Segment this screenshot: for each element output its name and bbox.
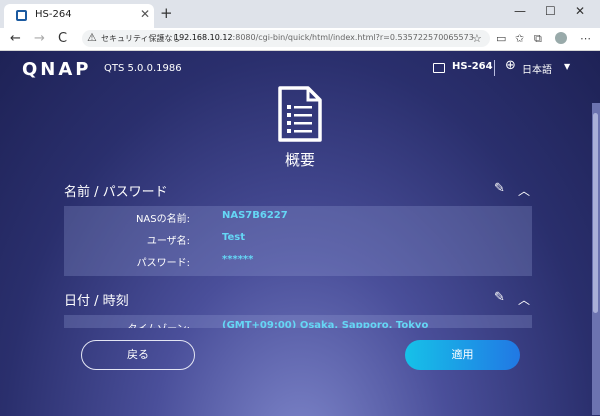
tab-bar: HS-264 ✕ + — ☐ ✕ [0, 0, 600, 28]
more-icon[interactable]: ⋯ [580, 32, 591, 45]
star-icon[interactable]: ☆ [472, 32, 482, 45]
nas-device-icon [433, 63, 445, 73]
language-selector[interactable]: 日本語 [522, 61, 552, 76]
security-label[interactable]: セキュリティ保護なし [101, 33, 181, 44]
summary-row: タイムゾーン: (GMT+09:00) Osaka, Sapporo, Toky… [64, 320, 532, 328]
summary-scroll-area: 名前 / パスワード ✎ ︿ NASの名前: NAS7B6227 ユーザ名: T… [0, 170, 600, 328]
maximize-button[interactable]: ☐ [545, 4, 556, 18]
warning-icon[interactable]: ⚠ [87, 31, 97, 44]
row-label: NASの名前: [135, 214, 190, 225]
device-name: HS-264 [452, 61, 493, 72]
tab-icon[interactable]: ▭ [496, 32, 506, 45]
chevron-up-icon[interactable]: ︿ [518, 182, 530, 199]
firmware-version: QTS 5.0.0.1986 [104, 63, 182, 74]
tab-close-icon[interactable]: ✕ [140, 7, 150, 21]
apply-button[interactable]: 適用 [405, 340, 520, 370]
row-value: Test [222, 232, 246, 243]
row-label: パスワード: [136, 258, 190, 269]
row-label: ユーザ名: [146, 236, 190, 247]
profile-icon[interactable] [555, 32, 567, 44]
caret-down-icon[interactable]: ▼ [564, 62, 570, 71]
browser-tab[interactable]: HS-264 ✕ [4, 4, 154, 28]
url-text[interactable]: 192.168.10.12:8080/cgi-bin/quick/html/in… [174, 33, 474, 42]
url-field[interactable]: ⚠ セキュリティ保護なし 192.168.10.12:8080/cgi-bin/… [82, 30, 490, 47]
forward-arrow-icon[interactable]: → [34, 31, 45, 46]
summary-row: NASの名前: NAS7B6227 [64, 210, 532, 230]
scrollbar-thumb[interactable] [593, 113, 598, 313]
section-title-name-password: 名前 / パスワード [64, 185, 168, 200]
qnap-quick-setup-page: QNAP QTS 5.0.0.1986 HS-264 ⊕ 日本語 ▼ 概要 名前… [0, 51, 600, 416]
globe-icon[interactable]: ⊕ [505, 58, 516, 73]
row-value: (GMT+09:00) Osaka, Sapporo, Tokyo [222, 320, 429, 328]
back-button[interactable]: 戻る [81, 340, 195, 370]
name-password-panel: NASの名前: NAS7B6227 ユーザ名: Test パスワード: ****… [64, 206, 532, 276]
qnap-logo: QNAP [22, 59, 92, 80]
edit-icon[interactable]: ✎ [494, 290, 505, 305]
collections-icon[interactable]: ⧉ [534, 32, 542, 46]
reload-icon[interactable]: C [58, 31, 67, 46]
edit-icon[interactable]: ✎ [494, 181, 505, 196]
back-arrow-icon[interactable]: ← [10, 31, 21, 46]
row-value: NAS7B6227 [222, 210, 288, 221]
summary-row: パスワード: ****** [64, 254, 532, 274]
date-time-panel: タイムゾーン: (GMT+09:00) Osaka, Sapporo, Toky… [64, 315, 532, 328]
favorites-icon[interactable]: ✩ [515, 32, 524, 45]
qnap-favicon-icon [16, 10, 27, 21]
new-tab-button[interactable]: + [160, 4, 173, 22]
url-path: :8080/cgi-bin/quick/html/index.html?r=0.… [232, 33, 474, 42]
page-title: 概要 [284, 151, 315, 169]
chevron-up-icon[interactable]: ︿ [518, 291, 530, 308]
tab-title: HS-264 [35, 9, 72, 20]
minimize-button[interactable]: — [514, 4, 526, 18]
close-window-button[interactable]: ✕ [575, 4, 585, 18]
document-icon [278, 86, 322, 142]
summary-row: ユーザ名: Test [64, 232, 532, 252]
url-host: 192.168.10.12 [174, 33, 233, 42]
address-bar: ← → C ⚠ セキュリティ保護なし 192.168.10.12:8080/cg… [0, 28, 600, 51]
browser-window: HS-264 ✕ + — ☐ ✕ ← → C ⚠ セキュリティ保護なし 192.… [0, 0, 600, 416]
row-value: ****** [222, 254, 254, 265]
row-label: タイムゾーン: [127, 320, 190, 328]
section-title-date-time: 日付 / 時刻 [64, 294, 129, 309]
header-divider [494, 60, 495, 76]
